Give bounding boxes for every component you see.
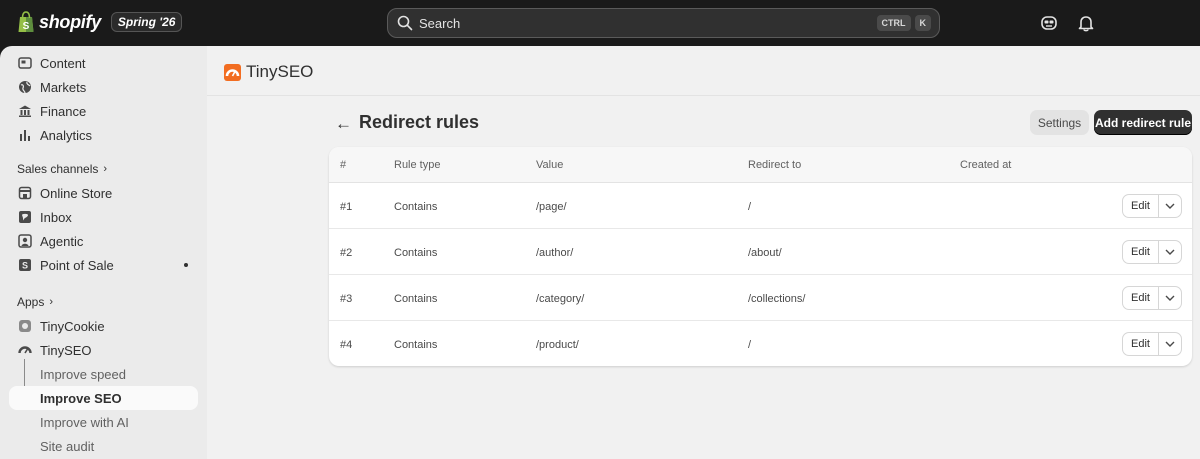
table-row: #2 Contains /author/ /about/ Edit <box>329 229 1192 275</box>
shopify-bag-icon: S <box>17 11 35 33</box>
sidebar-subitem-improve-with-ai[interactable]: Improve with AI <box>9 410 198 434</box>
row-value: /category/ <box>536 293 585 305</box>
edit-button[interactable]: Edit <box>1123 287 1159 309</box>
sidebar-item-analytics[interactable]: Analytics <box>9 123 198 147</box>
row-number: #4 <box>340 339 353 351</box>
row-actions: Edit <box>1122 332 1182 356</box>
edit-button[interactable]: Edit <box>1123 333 1159 355</box>
shortcut-k: K <box>914 15 931 31</box>
sidebar-subitem-improve-speed[interactable]: Improve speed <box>9 362 198 386</box>
back-arrow-icon[interactable]: ← <box>335 114 352 134</box>
page-title: Redirect rules <box>359 112 480 132</box>
table-row: #3 Contains /category/ /collections/ Edi… <box>329 275 1192 321</box>
agentic-icon <box>17 233 33 249</box>
shortcut-ctrl: CTRL <box>876 15 911 31</box>
row-actions: Edit <box>1122 194 1182 218</box>
row-value: /author/ <box>536 247 574 259</box>
sidebar-subitem-improve-seo[interactable]: Improve SEO <box>9 386 198 410</box>
store-icon <box>17 185 33 201</box>
main-content: TinySEO ← Redirect rules Settings Add re… <box>207 46 1200 459</box>
sidebar-item-tinyseo[interactable]: TinySEO <box>9 338 198 362</box>
shopify-logo[interactable]: S shopify Spring '26 <box>17 11 183 33</box>
chevron-down-icon[interactable] <box>1159 287 1181 309</box>
sidebar-item-point-of-sale[interactable]: S Point of Sale <box>9 253 198 277</box>
edit-button[interactable]: Edit <box>1123 195 1159 217</box>
sidebar-item-inbox[interactable]: Inbox <box>9 205 198 229</box>
apps-heading[interactable]: Apps › <box>17 295 53 309</box>
sidebar-item-finance[interactable]: Finance <box>9 99 198 123</box>
top-bar: S shopify Spring '26 Search CTRL K <box>0 0 1200 46</box>
sidebar: Content Markets Finance Analytics Sales … <box>0 46 207 459</box>
brand-name: shopify <box>39 11 101 32</box>
header-redirect-to: Redirect to <box>748 159 802 171</box>
row-rule-type: Contains <box>394 339 438 351</box>
settings-button[interactable]: Settings <box>1030 110 1089 135</box>
notification-dot <box>184 263 188 267</box>
redirect-rules-table: # Rule type Value Redirect to Created at… <box>329 147 1192 366</box>
sidebar-item-content[interactable]: Content <box>9 51 198 75</box>
row-rule-type: Contains <box>394 201 438 213</box>
chevron-down-icon[interactable] <box>1159 195 1181 217</box>
table-row: #1 Contains /page/ / Edit <box>329 183 1192 229</box>
header-value: Value <box>536 159 564 171</box>
row-rule-type: Contains <box>394 293 438 305</box>
sidekick-icon[interactable] <box>1040 14 1058 32</box>
bank-icon <box>17 103 33 119</box>
app-header: TinySEO <box>207 46 1200 96</box>
row-number: #1 <box>340 201 353 213</box>
row-number: #3 <box>340 293 353 305</box>
cookie-app-icon <box>17 318 33 334</box>
sidebar-item-online-store[interactable]: Online Store <box>9 181 198 205</box>
row-rule-type: Contains <box>394 247 438 259</box>
search-icon <box>397 15 413 31</box>
edition-badge: Spring '26 <box>110 12 183 32</box>
bell-icon[interactable] <box>1077 14 1095 32</box>
svg-text:S: S <box>22 261 28 271</box>
sidebar-item-markets[interactable]: Markets <box>9 75 198 99</box>
inbox-icon <box>17 209 33 225</box>
sidebar-item-tinycookie[interactable]: TinyCookie <box>9 314 198 338</box>
sidebar-subitem-site-audit[interactable]: Site audit <box>9 434 198 458</box>
chevron-down-icon[interactable] <box>1159 333 1181 355</box>
add-redirect-rule-button[interactable]: Add redirect rule <box>1094 110 1192 135</box>
row-redirect-to: /about/ <box>748 247 782 259</box>
svg-text:S: S <box>23 21 30 32</box>
search-placeholder: Search <box>419 15 461 31</box>
row-redirect-to: / <box>748 201 752 213</box>
tinyseo-app-icon <box>17 342 33 358</box>
table-header: # Rule type Value Redirect to Created at <box>329 147 1192 183</box>
chevron-right-icon: › <box>103 163 108 175</box>
row-actions: Edit <box>1122 240 1182 264</box>
header-number: # <box>340 159 347 171</box>
row-redirect-to: /collections/ <box>748 293 806 305</box>
pos-icon: S <box>17 257 33 273</box>
row-actions: Edit <box>1122 286 1182 310</box>
chevron-right-icon: › <box>49 296 54 308</box>
tinyseo-logo-icon <box>224 64 241 81</box>
globe-icon <box>17 79 33 95</box>
sales-channels-heading[interactable]: Sales channels › <box>17 162 107 176</box>
row-value: /product/ <box>536 339 579 351</box>
sidebar-item-agentic[interactable]: Agentic <box>9 229 198 253</box>
edit-button[interactable]: Edit <box>1123 241 1159 263</box>
row-number: #2 <box>340 247 353 259</box>
app-name: TinySEO <box>246 62 314 81</box>
chevron-down-icon[interactable] <box>1159 241 1181 263</box>
header-created-at: Created at <box>960 159 1012 171</box>
row-value: /page/ <box>536 201 567 213</box>
table-row: #4 Contains /product/ / Edit <box>329 321 1192 366</box>
content-icon <box>17 55 33 71</box>
bar-chart-icon <box>17 127 33 143</box>
header-rule-type: Rule type <box>394 159 441 171</box>
row-redirect-to: / <box>748 339 752 351</box>
search-input[interactable]: Search CTRL K <box>387 8 940 38</box>
